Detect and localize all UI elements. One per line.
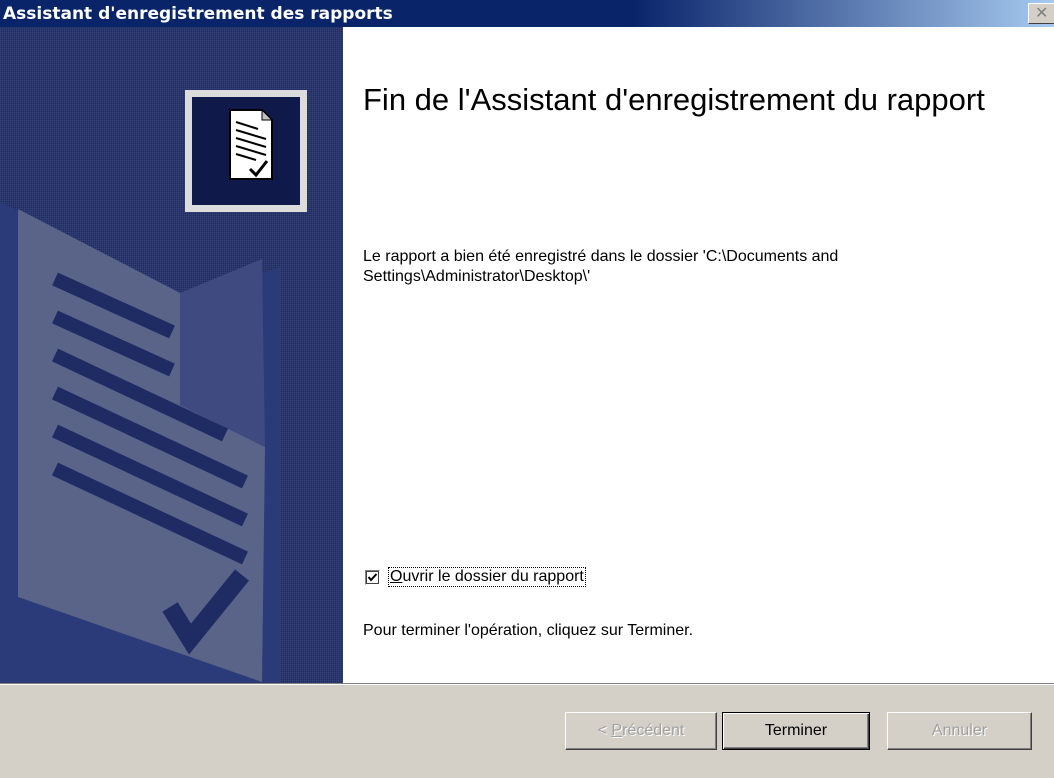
sidebar-illustration bbox=[0, 90, 307, 682]
previous-button[interactable]: < Précédent bbox=[565, 712, 717, 750]
close-icon[interactable]: ✕ bbox=[1028, 3, 1054, 24]
report-document-icon bbox=[185, 90, 307, 212]
window-title: Assistant d'enregistrement des rapports bbox=[3, 4, 393, 24]
wizard-window: Assistant d'enregistrement des rapports … bbox=[0, 0, 1054, 778]
large-document-graphic bbox=[0, 202, 280, 682]
open-folder-option[interactable]: Ouvrir le dossier du rapport bbox=[365, 566, 586, 588]
wizard-content: Fin de l'Assistant d'enregistrement du r… bbox=[343, 27, 1054, 683]
open-folder-label[interactable]: Ouvrir le dossier du rapport bbox=[388, 567, 586, 587]
footer-separator bbox=[0, 683, 1054, 685]
open-folder-checkbox[interactable] bbox=[365, 569, 380, 585]
finish-button[interactable]: Terminer bbox=[722, 712, 870, 750]
title-bar[interactable]: Assistant d'enregistrement des rapports … bbox=[0, 0, 1054, 27]
checkmark-icon bbox=[367, 572, 378, 582]
finish-instruction: Pour terminer l'opération, cliquez sur T… bbox=[363, 622, 694, 639]
page-title: Fin de l'Assistant d'enregistrement du r… bbox=[363, 82, 985, 117]
save-confirmation-message: Le rapport a bien été enregistré dans le… bbox=[363, 248, 839, 285]
cancel-button[interactable]: Annuler bbox=[887, 712, 1032, 750]
wizard-sidebar bbox=[0, 27, 343, 683]
